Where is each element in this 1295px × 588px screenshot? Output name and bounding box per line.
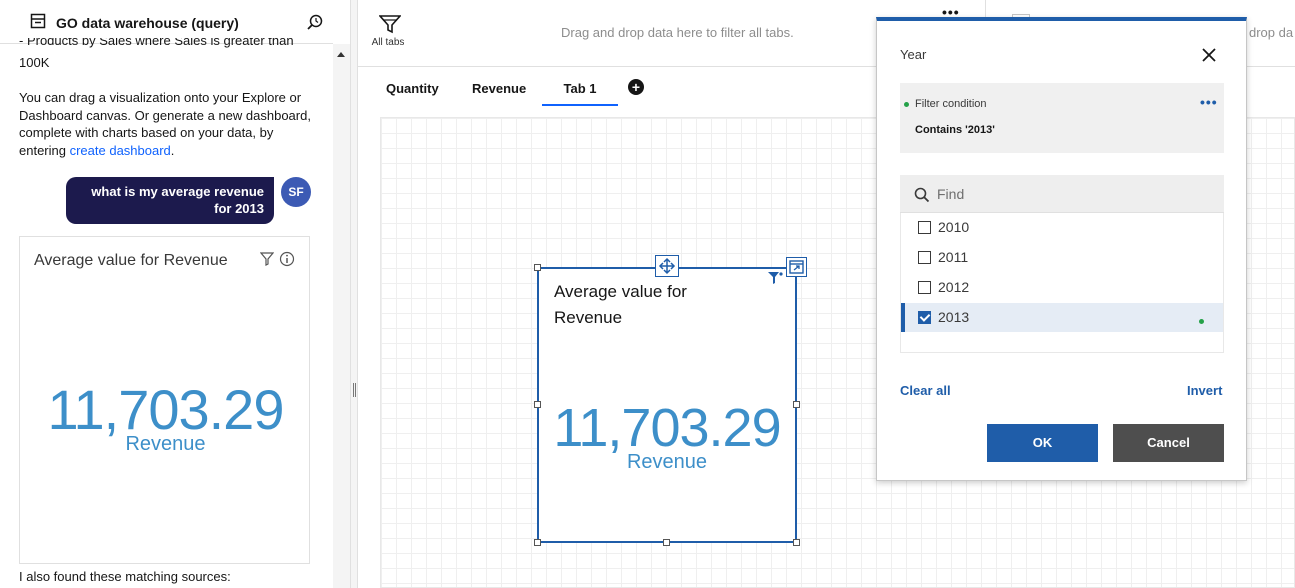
search-icon (914, 187, 930, 203)
expand-icon[interactable] (786, 257, 807, 277)
list-item-2012[interactable]: 2012 (901, 273, 1223, 302)
resize-handle-bl[interactable] (534, 539, 541, 546)
resize-handle-br[interactable] (793, 539, 800, 546)
widget-title: Average value for Revenue (554, 282, 687, 327)
grip-icon[interactable] (353, 383, 356, 397)
invert-link[interactable]: Invert (1187, 383, 1222, 398)
filter-icon[interactable] (260, 252, 274, 266)
checkbox-checked[interactable] (918, 311, 931, 324)
checkbox[interactable] (918, 281, 931, 294)
kpi-label: Revenue (125, 433, 206, 455)
assistant-panel: GO data warehouse (query) - Products by … (0, 0, 350, 588)
resize-handle-bm[interactable] (663, 539, 670, 546)
popover-title: Year (900, 47, 927, 62)
list-item-2010[interactable]: 2010 (901, 213, 1223, 242)
add-tab-icon[interactable]: + (628, 79, 644, 95)
card-title: Average value for Revenue (34, 252, 228, 269)
scroll-up-icon[interactable] (337, 52, 345, 57)
user-message-bubble: what is my average revenue for 2013 (66, 177, 274, 224)
drop-hint-right: drop da (1249, 25, 1294, 40)
list-item-2013[interactable]: 2013 (901, 303, 1223, 332)
matching-sources-text: I also found these matching sources: (19, 569, 231, 584)
widget-kpi-label: Revenue (626, 451, 708, 473)
source-title: GO data warehouse (query) (56, 15, 239, 31)
move-icon[interactable] (655, 255, 679, 277)
info-icon[interactable] (279, 251, 295, 267)
close-icon[interactable] (1200, 46, 1218, 64)
ok-button[interactable]: OK (987, 424, 1098, 462)
year-values-list: 2010 2011 2012 2013 (900, 213, 1224, 353)
filter-condition-box[interactable]: Filter condition ••• Contains '2013' (900, 83, 1224, 153)
checkbox[interactable] (918, 251, 931, 264)
result-visualization-card[interactable]: Average value for Revenue 11,703.29 Reve… (19, 236, 310, 564)
find-placeholder: Find (937, 186, 965, 202)
assistant-message: You can drag a visualization onto your E… (19, 90, 311, 158)
drop-hint: Drag and drop data here to filter all ta… (561, 25, 794, 40)
resize-handle-ml[interactable] (534, 401, 541, 408)
kpi-widget[interactable]: Average value for Revenue 11,703.29 Reve… (537, 267, 797, 543)
filter-funnel-icon (379, 15, 401, 34)
search-history-icon[interactable] (306, 13, 324, 31)
widget-filter-icon[interactable] (767, 271, 783, 285)
condition-more-icon[interactable]: ••• (1200, 94, 1218, 110)
create-dashboard-link[interactable]: create dashboard (70, 143, 171, 158)
checkbox[interactable] (918, 221, 931, 234)
widget-kpi-value: 11,703.29 (553, 398, 781, 458)
all-tabs-filter[interactable]: All tabs (370, 14, 410, 48)
resize-handle-tl[interactable] (534, 264, 541, 271)
year-filter-popover: Year Filter condition ••• Contains '2013… (876, 17, 1247, 481)
chat-truncated-line: - Products by Sales where Sales is great… (19, 38, 294, 48)
database-icon (30, 13, 46, 29)
condition-label: Filter condition (915, 98, 987, 110)
all-tabs-label: All tabs (371, 37, 405, 48)
tab-quantity[interactable]: Quantity (386, 81, 439, 96)
status-dot (904, 102, 909, 107)
clear-all-link[interactable]: Clear all (900, 383, 951, 398)
avatar: SF (281, 177, 311, 207)
status-dot (1199, 319, 1204, 324)
tab-1[interactable]: Tab 1 (542, 81, 618, 106)
panel-splitter[interactable] (350, 0, 358, 588)
list-item-2011[interactable]: 2011 (901, 243, 1223, 272)
find-input[interactable]: Find (900, 175, 1224, 213)
assistant-scrollbar[interactable] (333, 44, 350, 588)
cancel-button[interactable]: Cancel (1113, 424, 1224, 462)
condition-value: Contains '2013' (915, 124, 995, 136)
chat-line-end: 100K (19, 55, 50, 70)
resize-handle-mr[interactable] (793, 401, 800, 408)
tab-revenue[interactable]: Revenue (472, 81, 526, 96)
